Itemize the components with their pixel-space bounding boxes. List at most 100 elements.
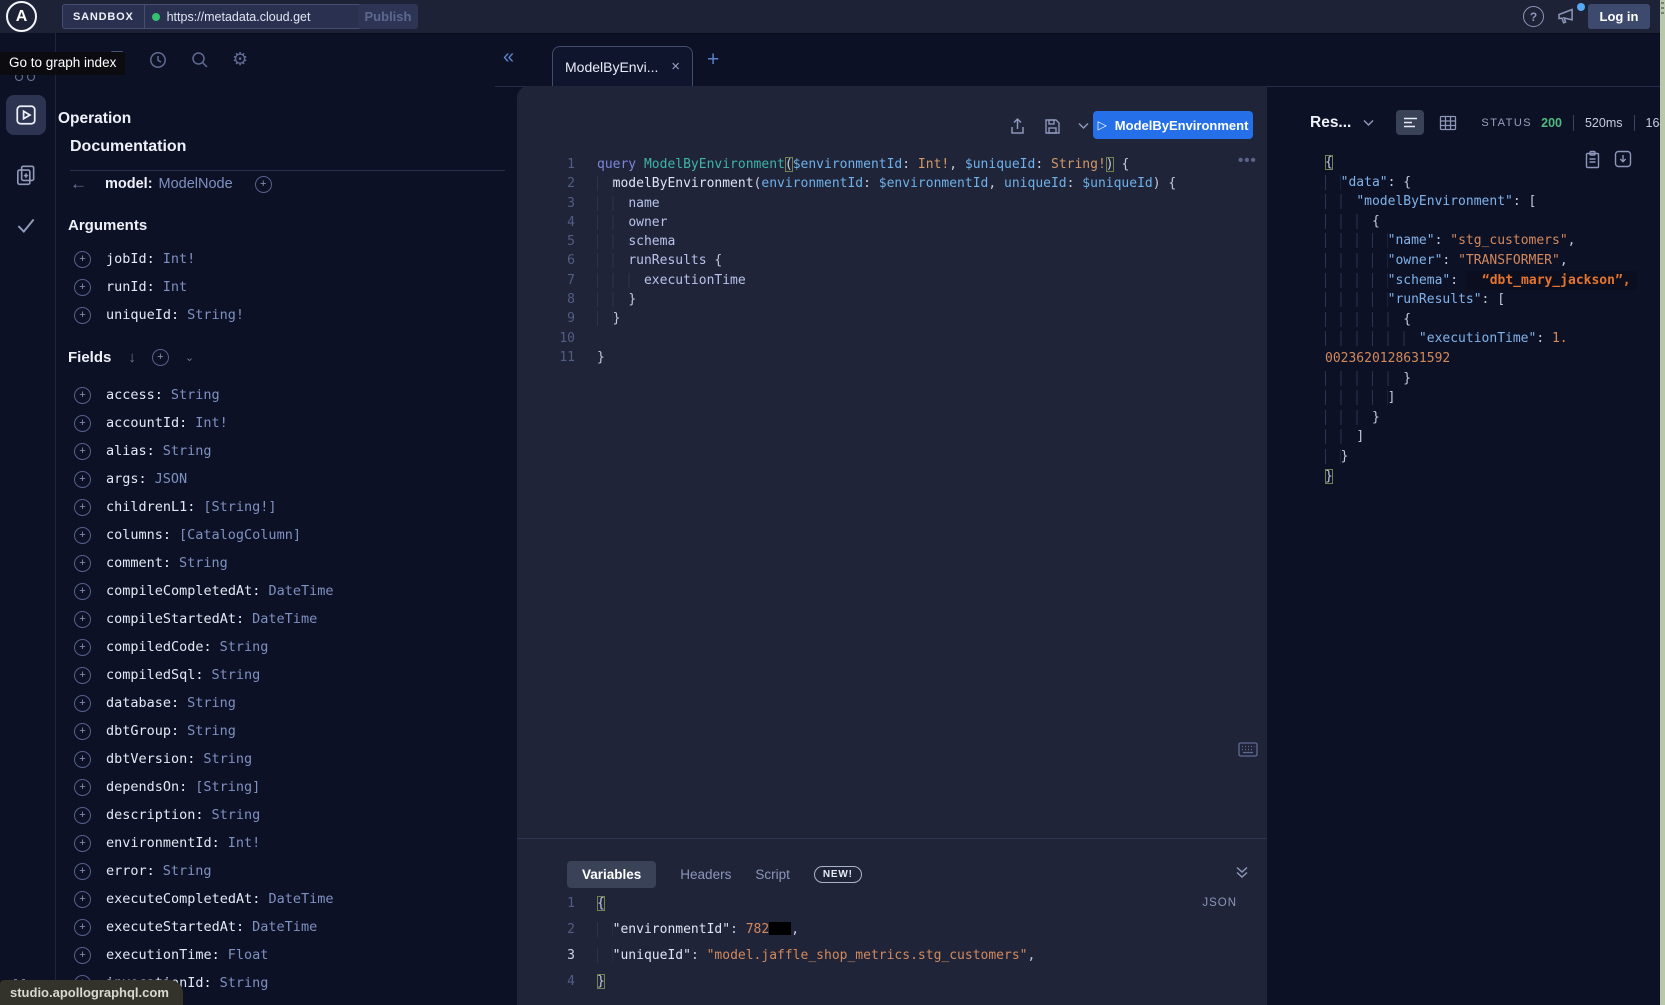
code-line[interactable]: 7 executionTime — [517, 271, 1176, 290]
field-name[interactable]: dbtGroup: — [106, 723, 179, 739]
code-line[interactable]: "runResults": [ — [1325, 290, 1637, 310]
doc-field-type[interactable]: ModelNode — [159, 176, 233, 192]
schema-nav-icon[interactable] — [6, 155, 46, 195]
code-line[interactable]: 1{ — [517, 891, 1035, 917]
save-dropdown-chevron-icon[interactable] — [1078, 122, 1089, 130]
add-field-icon[interactable]: + — [74, 863, 91, 880]
code-line[interactable]: 5 schema — [517, 232, 1176, 251]
add-field-icon[interactable]: + — [74, 751, 91, 768]
field-name[interactable]: alias: — [106, 443, 155, 459]
field-name[interactable]: columns: — [106, 527, 171, 543]
code-line[interactable]: 4} — [517, 969, 1035, 995]
collapse-panel-icon[interactable] — [1235, 865, 1249, 879]
add-field-icon[interactable]: + — [74, 471, 91, 488]
field-type[interactable]: String — [163, 863, 212, 879]
field-type[interactable]: Int — [163, 279, 187, 295]
field-name[interactable]: executionTime: — [106, 947, 220, 963]
code-line[interactable]: { — [1325, 212, 1637, 232]
code-line[interactable]: "schema": “dbt_mary_jackson”, — [1325, 271, 1637, 291]
field-name[interactable]: compiledCode: — [106, 639, 212, 655]
add-field-icon[interactable]: + — [74, 387, 91, 404]
field-name[interactable]: database: — [106, 695, 179, 711]
add-field-icon[interactable]: + — [74, 279, 91, 296]
add-field-icon[interactable]: + — [74, 807, 91, 824]
field-type[interactable]: [String] — [195, 779, 260, 795]
add-field-icon[interactable]: + — [74, 695, 91, 712]
field-type[interactable]: String — [187, 695, 236, 711]
share-icon[interactable] — [1008, 116, 1027, 136]
code-line[interactable]: 2 modelByEnvironment(environmentId: $env… — [517, 174, 1176, 193]
response-title[interactable]: Res... — [1310, 114, 1351, 132]
add-field-icon[interactable]: + — [74, 443, 91, 460]
field-type[interactable]: String — [220, 639, 269, 655]
field-name[interactable]: environmentId: — [106, 835, 220, 851]
field-name[interactable]: dbtVersion: — [106, 751, 195, 767]
field-type[interactable]: String — [203, 751, 252, 767]
back-arrow-icon[interactable]: ← — [70, 174, 105, 194]
code-line[interactable]: 6 runResults { — [517, 251, 1176, 270]
add-field-icon[interactable]: + — [74, 919, 91, 936]
code-line[interactable]: 1query ModelByEnvironment($environmentId… — [517, 155, 1176, 174]
explorer-nav-icon[interactable] — [6, 95, 46, 135]
add-field-icon[interactable]: + — [74, 947, 91, 964]
response-dropdown-chevron-icon[interactable] — [1363, 119, 1374, 127]
code-line[interactable]: 9 } — [517, 309, 1176, 328]
code-line[interactable]: 10 — [517, 329, 1176, 348]
endpoint-url-input[interactable]: https://metadata.cloud.get ⚙ — [145, 4, 379, 29]
code-line[interactable]: { — [1325, 153, 1637, 173]
chevron-down-icon[interactable]: ⌄ — [185, 351, 194, 364]
field-type[interactable]: String — [187, 723, 236, 739]
add-all-fields-icon[interactable]: + — [255, 176, 272, 193]
field-name[interactable]: access: — [106, 387, 163, 403]
variables-editor[interactable]: 1{2 "environmentId": 782,3 "uniqueId": "… — [517, 891, 1035, 995]
field-name[interactable]: compileCompletedAt: — [106, 583, 260, 599]
field-name[interactable]: executeCompletedAt: — [106, 891, 260, 907]
collapse-sidebar-icon[interactable]: « — [503, 46, 514, 69]
code-line[interactable]: ] — [1325, 388, 1637, 408]
code-line[interactable]: ] — [1325, 427, 1637, 447]
add-fields-icon[interactable]: + — [152, 349, 169, 366]
sandbox-badge[interactable]: SANDBOX — [62, 4, 145, 29]
field-name[interactable]: runId: — [106, 279, 155, 295]
save-icon[interactable] — [1043, 117, 1062, 136]
code-line[interactable]: 11} — [517, 348, 1176, 367]
json-view-toggle-icon[interactable] — [1396, 110, 1424, 135]
code-line[interactable]: 3 "uniqueId": "model.jaffle_shop_metrics… — [517, 943, 1035, 969]
table-view-toggle-icon[interactable] — [1439, 115, 1457, 131]
add-field-icon[interactable]: + — [74, 611, 91, 628]
field-type[interactable]: DateTime — [268, 583, 333, 599]
field-name[interactable]: uniqueId: — [106, 307, 179, 323]
graph-selector[interactable]: SANDBOX https://metadata.cloud.get ⚙ — [62, 4, 379, 29]
query-editor[interactable]: 1query ModelByEnvironment($environmentId… — [517, 155, 1176, 367]
code-line[interactable]: 2 "environmentId": 782, — [517, 917, 1035, 943]
field-type[interactable]: String — [163, 443, 212, 459]
field-name[interactable]: childrenL1: — [106, 499, 195, 515]
field-name[interactable]: args: — [106, 471, 147, 487]
field-name[interactable]: compiledSql: — [106, 667, 204, 683]
add-field-icon[interactable]: + — [74, 307, 91, 324]
add-field-icon[interactable]: + — [74, 499, 91, 516]
field-type[interactable]: Int! — [163, 251, 196, 267]
code-line[interactable]: } — [1325, 408, 1637, 428]
add-field-icon[interactable]: + — [74, 527, 91, 544]
field-type[interactable]: [String!] — [203, 499, 276, 515]
code-line[interactable]: "owner": "TRANSFORMER", — [1325, 251, 1637, 271]
login-button[interactable]: Log in — [1588, 4, 1650, 29]
endpoint-url-text[interactable]: https://metadata.cloud.get — [167, 10, 351, 24]
search-icon[interactable] — [190, 50, 210, 70]
new-tab-icon[interactable]: + — [707, 48, 719, 72]
code-line[interactable]: } — [1325, 369, 1637, 389]
help-icon[interactable]: ? — [1523, 6, 1544, 27]
field-name[interactable]: dependsOn: — [106, 779, 187, 795]
tab-headers[interactable]: Headers — [680, 867, 731, 882]
run-operation-button[interactable]: ▷ ModelByEnvironment — [1093, 111, 1253, 139]
code-line[interactable]: "executionTime": 1. — [1325, 329, 1637, 349]
field-type[interactable]: [CatalogColumn] — [179, 527, 301, 543]
code-line[interactable]: "modelByEnvironment": [ — [1325, 192, 1637, 212]
add-field-icon[interactable]: + — [74, 251, 91, 268]
publish-button[interactable]: Publish — [358, 4, 418, 29]
code-line[interactable]: 0023620128631592 — [1325, 349, 1637, 369]
add-field-icon[interactable]: + — [74, 583, 91, 600]
add-field-icon[interactable]: + — [74, 835, 91, 852]
checklist-nav-icon[interactable] — [6, 205, 46, 245]
